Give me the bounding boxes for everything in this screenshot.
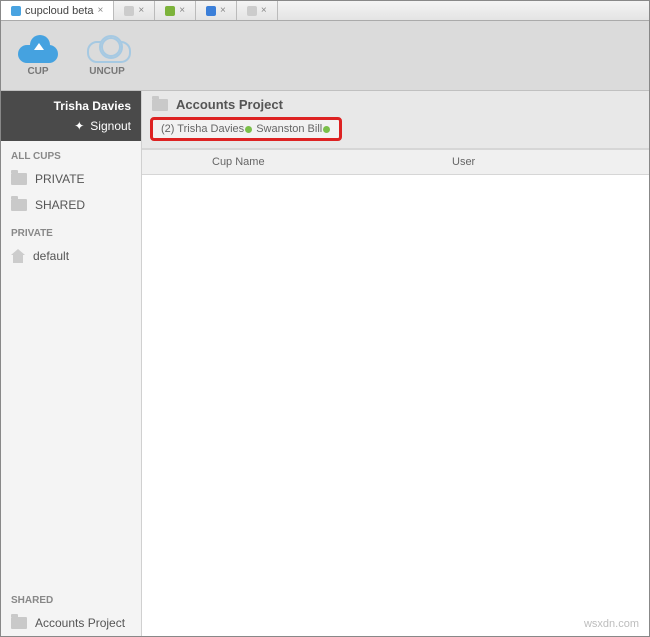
- favicon-icon: [11, 6, 21, 16]
- sidebar-item-private[interactable]: PRIVATE: [1, 166, 141, 192]
- sidebar-item-label: default: [33, 249, 69, 263]
- favicon-icon: [247, 6, 257, 16]
- empty-table-body: [142, 175, 649, 636]
- status-dot-icon: [323, 126, 330, 133]
- home-icon: [11, 249, 25, 263]
- breadcrumb[interactable]: Accounts Project: [152, 97, 639, 112]
- cup-label: CUP: [27, 66, 48, 77]
- cloud-outline-icon: [85, 35, 129, 63]
- content-panel: Accounts Project (2) Trisha Davies Swans…: [142, 91, 649, 636]
- page-title: Accounts Project: [176, 97, 283, 112]
- browser-tab[interactable]: ×: [196, 1, 237, 20]
- members-suffix: Swanston Bill: [253, 123, 322, 135]
- signout-label: Signout: [90, 119, 131, 133]
- folder-icon: [11, 617, 27, 629]
- close-icon[interactable]: ×: [220, 5, 226, 16]
- browser-tab[interactable]: ×: [155, 1, 196, 20]
- cloud-up-icon: [16, 35, 60, 63]
- members-prefix: (2) Trisha Davies: [161, 123, 244, 135]
- col-user[interactable]: User: [442, 150, 649, 174]
- sidebar-item-accounts-project[interactable]: Accounts Project: [1, 610, 141, 636]
- breadcrumb-bar: Accounts Project (2) Trisha Davies Swans…: [142, 91, 649, 149]
- tab-label: cupcloud beta: [25, 5, 94, 17]
- browser-tab[interactable]: ×: [237, 1, 278, 20]
- close-icon[interactable]: ×: [261, 5, 267, 16]
- folder-icon: [11, 173, 27, 185]
- user-block: Trisha Davies ✦ Signout: [1, 91, 141, 141]
- user-name: Trisha Davies: [11, 99, 131, 113]
- uncup-label: UNCUP: [89, 66, 125, 77]
- browser-tabbar: cupcloud beta × × × × ×: [1, 1, 649, 21]
- uncup-button[interactable]: UNCUP: [85, 35, 129, 77]
- sidebar-item-label: Accounts Project: [35, 616, 125, 630]
- folder-icon: [152, 99, 168, 111]
- close-icon[interactable]: ×: [98, 5, 104, 16]
- sidebar-item-label: PRIVATE: [35, 172, 85, 186]
- col-cup-name[interactable]: Cup Name: [142, 150, 442, 174]
- section-shared: SHARED: [1, 585, 141, 610]
- sidebar-item-shared[interactable]: SHARED: [1, 192, 141, 218]
- close-icon[interactable]: ×: [138, 5, 144, 16]
- sidebar-item-default[interactable]: default: [1, 243, 141, 269]
- watermark: wsxdn.com: [584, 618, 639, 630]
- members-pill[interactable]: (2) Trisha Davies Swanston Bill: [150, 117, 342, 141]
- signout-button[interactable]: ✦ Signout: [74, 119, 131, 133]
- favicon-icon: [124, 6, 134, 16]
- sidebar: Trisha Davies ✦Signout ALL CUPS PRIVATE …: [1, 91, 142, 636]
- browser-tab[interactable]: ×: [114, 1, 155, 20]
- bolt-icon: ✦: [74, 119, 84, 133]
- main-area: Trisha Davies ✦Signout ALL CUPS PRIVATE …: [1, 91, 649, 636]
- close-icon[interactable]: ×: [179, 5, 185, 16]
- folder-icon: [11, 199, 27, 211]
- status-dot-icon: [245, 126, 252, 133]
- sidebar-item-label: SHARED: [35, 198, 85, 212]
- section-private: PRIVATE: [1, 218, 141, 243]
- browser-tab-active[interactable]: cupcloud beta ×: [1, 1, 114, 20]
- table-header: Cup Name User: [142, 149, 649, 175]
- cup-button[interactable]: CUP: [16, 35, 60, 77]
- main-toolbar: CUP UNCUP: [1, 21, 649, 91]
- favicon-icon: [206, 6, 216, 16]
- favicon-icon: [165, 6, 175, 16]
- section-allcups: ALL CUPS: [1, 141, 141, 166]
